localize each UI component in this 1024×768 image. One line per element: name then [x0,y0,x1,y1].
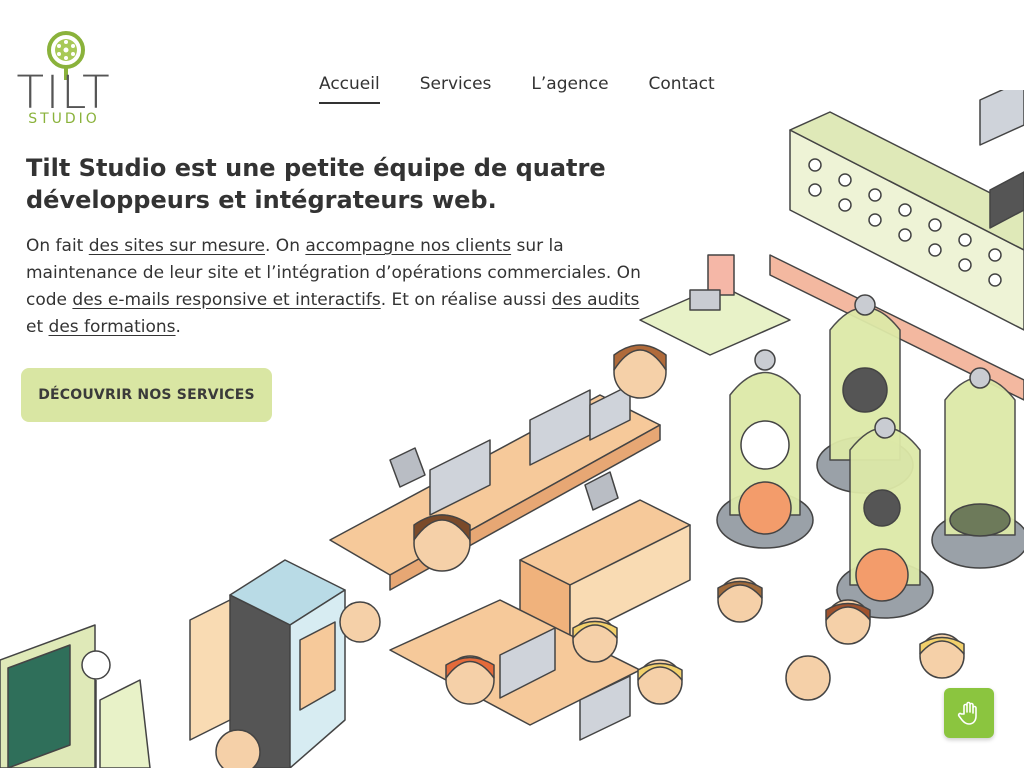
office-illustration [0,90,1024,768]
hand-icon [957,701,977,725]
accessibility-button[interactable] [944,688,994,738]
